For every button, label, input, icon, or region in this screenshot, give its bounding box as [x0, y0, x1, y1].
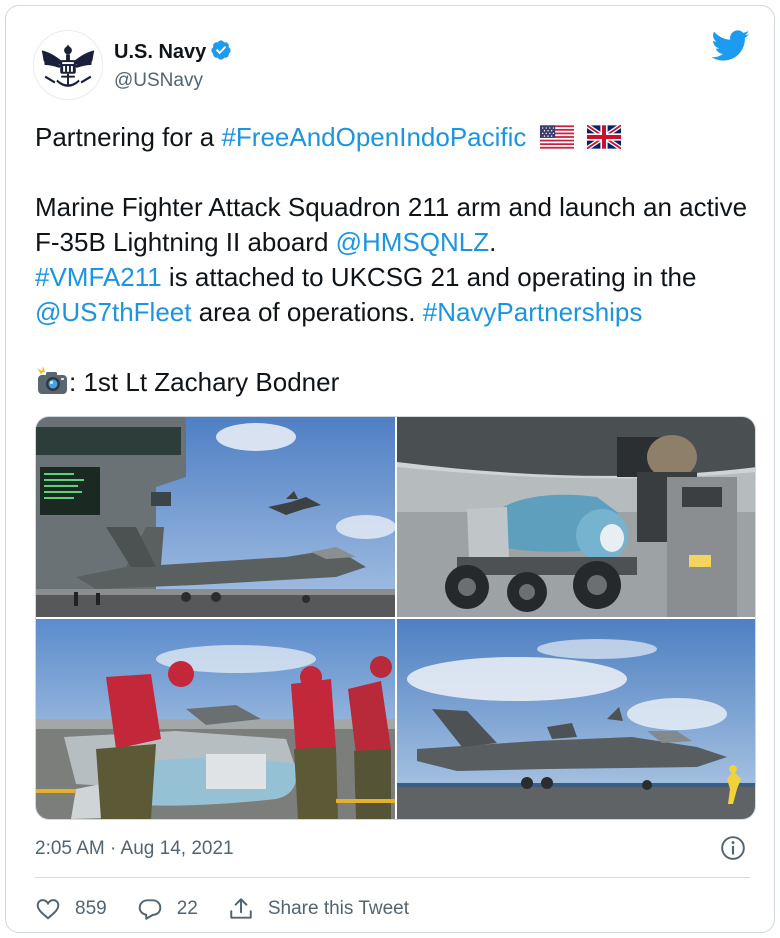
photo-crew-loading[interactable] — [36, 619, 395, 819]
mention-us7thfleet[interactable]: @US7thFleet — [35, 297, 191, 327]
uk-flag-icon — [586, 125, 621, 149]
tweet-text: Partnering for a #FreeAndOpenIndoPacific… — [35, 120, 760, 400]
us-flag-icon — [539, 125, 574, 149]
hashtag-free-and-open-indo-pacific[interactable]: #FreeAndOpenIndoPacific — [221, 122, 526, 152]
photo-f35-takeoff[interactable] — [397, 619, 755, 819]
photo-f35-flight-deck[interactable] — [36, 417, 395, 617]
photo-credit-text: : 1st Lt Zachary Bodner — [69, 367, 340, 397]
tweet-actions: 859 22 Share this Tweet — [35, 894, 439, 924]
verified-badge-icon — [211, 40, 231, 60]
photo-credit: : 1st Lt Zachary Bodner — [35, 365, 760, 400]
tweet-line-1: Partnering for a #FreeAndOpenIndoPacific — [35, 120, 760, 155]
camera-flash-icon — [37, 366, 67, 394]
photo-munition-cart[interactable] — [397, 417, 755, 617]
tweet-paragraph-2: Marine Fighter Attack Squadron 211 arm a… — [35, 190, 760, 330]
share-upload-icon — [230, 898, 252, 919]
hashtag-navy-partnerships[interactable]: #NavyPartnerships — [423, 297, 643, 327]
reply-button[interactable]: 22 — [137, 896, 198, 922]
photo-crew-loading-image — [36, 619, 395, 819]
tweet-card: U.S. Navy @USNavy Partnering for a #Free… — [5, 5, 775, 933]
mention-hmsqnlz[interactable]: @HMSQNLZ — [336, 227, 490, 257]
tweet-text-segment: is attached to UKCSG 21 and operating in… — [161, 262, 697, 292]
photo-f35-takeoff-image — [397, 619, 755, 819]
tweet-text-segment: Partnering for a — [35, 122, 222, 152]
info-icon[interactable] — [720, 835, 746, 861]
photo-grid — [35, 416, 756, 820]
author-name[interactable]: U.S. Navy — [114, 39, 232, 64]
avatar[interactable] — [33, 30, 103, 100]
navy-eagle-logo — [41, 44, 95, 87]
divider — [35, 877, 750, 878]
tweet-text-segment: . — [489, 227, 497, 257]
photo-munition-cart-image — [397, 417, 755, 617]
heart-icon — [36, 899, 60, 920]
author-display-name[interactable]: U.S. Navy — [114, 41, 206, 63]
photo-f35-flight-deck-image — [36, 417, 395, 617]
tweet-timestamp[interactable]: 2:05 AM · Aug 14, 2021 — [35, 838, 234, 860]
author-handle[interactable]: @USNavy — [114, 70, 203, 92]
hashtag-vmfa211[interactable]: #VMFA211 — [35, 262, 162, 292]
share-label: Share this Tweet — [267, 898, 410, 919]
tweet-text-segment: area of operations. — [191, 297, 423, 327]
reply-bubble-icon — [138, 899, 161, 920]
like-count: 859 — [75, 898, 107, 919]
reply-count: 22 — [176, 898, 198, 919]
like-button[interactable]: 859 — [35, 896, 107, 922]
share-button[interactable]: Share this Tweet — [228, 896, 409, 922]
twitter-bird-icon[interactable] — [712, 30, 750, 62]
